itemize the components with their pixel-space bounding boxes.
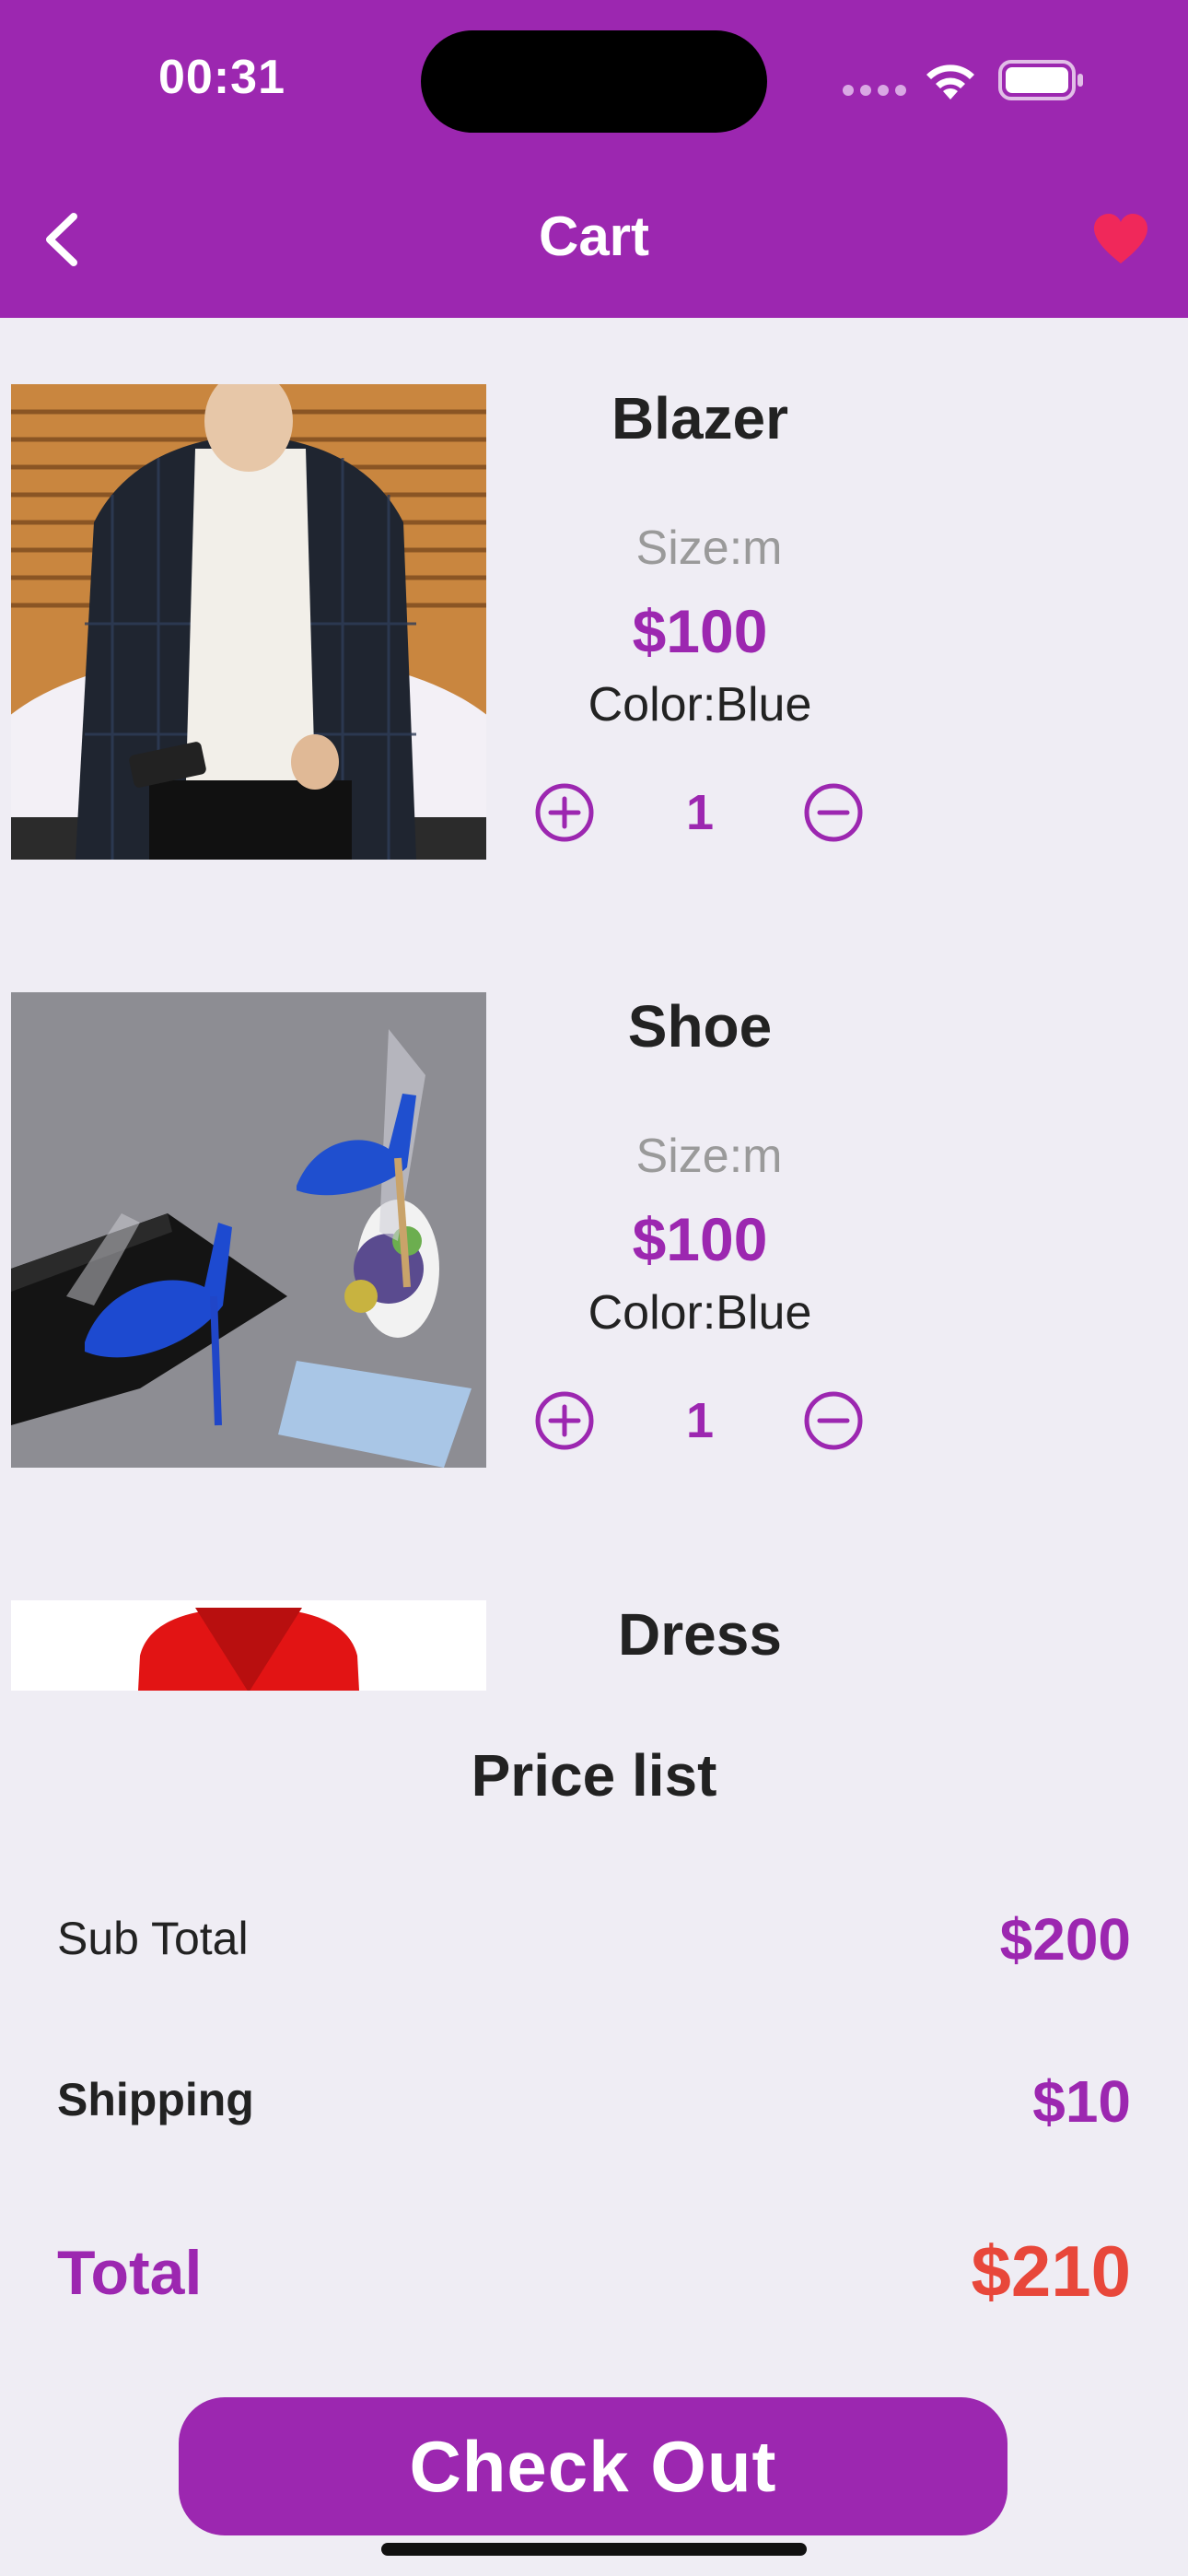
shoe-image [11,992,486,1468]
cellular-signal-icon [843,85,907,96]
subtotal-value: $200 [999,1906,1131,1973]
quantity-value: 1 [685,1393,715,1448]
item-size: Size:m [635,521,783,575]
plus-circle-icon[interactable] [534,782,595,843]
total-label: Total [57,2238,203,2308]
quantity-stepper: 1 [534,782,866,847]
item-name: Dress [618,1601,782,1668]
dress-image [11,1600,486,1691]
item-name: Blazer [611,385,789,451]
checkout-button[interactable]: Check Out [179,2397,1007,2535]
battery-icon [998,60,1083,100]
quantity-stepper: 1 [534,1390,866,1455]
subtotal-label: Sub Total [57,1913,249,1964]
blazer-image [11,384,486,860]
total-value: $210 [971,2231,1131,2312]
wifi-icon [926,64,974,100]
shipping-label: Shipping [57,2074,254,2125]
item-size: Size:m [635,1130,783,1183]
cart-list[interactable]: Blazer Size:m $100 Color:Blue 1 Shoe Siz… [0,318,1188,1691]
plus-circle-icon[interactable] [534,1390,595,1451]
app-bar: 00:31 Cart [0,0,1188,318]
item-color: Color:Blue [588,1286,812,1340]
minus-circle-icon[interactable] [803,782,864,843]
item-color: Color:Blue [588,678,812,732]
item-price: $100 [632,1205,768,1273]
price-list-title: Price list [471,1742,717,1809]
page-title: Cart [538,205,650,267]
cart-item-dress: Dress [0,1534,1188,1691]
cart-item-shoe: Shoe Size:m $100 Color:Blue 1 [0,926,1188,1468]
item-price: $100 [632,597,768,665]
dynamic-island [421,30,767,133]
heart-icon[interactable] [1092,212,1149,265]
quantity-value: 1 [685,785,715,840]
cart-item-blazer: Blazer Size:m $100 Color:Blue 1 [0,318,1188,860]
status-time: 00:31 [158,51,285,104]
item-name: Shoe [627,993,773,1060]
home-indicator [381,2543,807,2556]
minus-circle-icon[interactable] [803,1390,864,1451]
shipping-value: $10 [1032,2068,1131,2135]
